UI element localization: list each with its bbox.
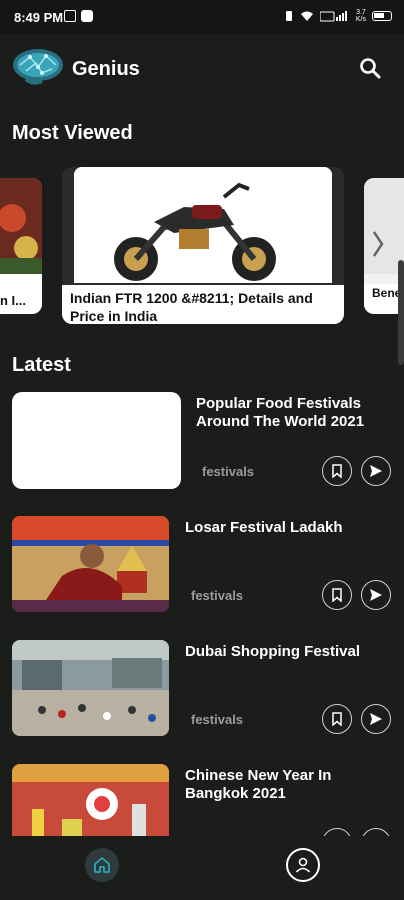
signal-icon xyxy=(319,11,347,22)
card-image xyxy=(0,178,42,274)
bottom-nav xyxy=(0,836,404,900)
article-tag: festivals xyxy=(191,712,244,727)
scroll-handle[interactable] xyxy=(398,260,404,365)
article-image xyxy=(12,392,181,489)
battery-icon xyxy=(372,11,392,21)
search-icon[interactable] xyxy=(358,56,382,80)
app-title: Genius xyxy=(72,58,140,80)
app-header: Genius xyxy=(0,34,404,100)
bookmark-button[interactable] xyxy=(322,456,352,486)
share-button[interactable] xyxy=(361,704,391,734)
article-title: Losar Festival Ladakh xyxy=(185,519,343,536)
latest-heading: Latest xyxy=(12,354,71,376)
nav-profile-button[interactable] xyxy=(286,848,320,882)
chevron-right-icon xyxy=(364,178,404,274)
network-speed: 3.7 K/s xyxy=(355,9,366,23)
bookmark-icon xyxy=(332,588,342,602)
bookmark-icon xyxy=(332,712,342,726)
article-tag: festivals xyxy=(202,464,255,479)
send-icon xyxy=(370,589,382,601)
nav-home-button[interactable] xyxy=(85,848,119,882)
status-bar: 8:49 PM 3.7 K/s xyxy=(0,0,404,34)
card-title: n I... xyxy=(0,292,42,314)
bookmark-icon xyxy=(332,464,342,478)
card-title: Indian FTR 1200 &#8211; Details and Pric… xyxy=(62,285,344,324)
send-icon xyxy=(370,713,382,725)
brain-logo-icon xyxy=(13,49,63,85)
list-item[interactable]: Popular Food Festivals Around The World … xyxy=(0,392,404,500)
wifi-icon xyxy=(300,11,313,21)
article-image xyxy=(12,764,169,836)
share-button[interactable] xyxy=(361,456,391,486)
list-item[interactable]: Chinese New Year In Bangkok 2021 xyxy=(0,764,404,836)
article-title: Dubai Shopping Festival xyxy=(185,643,361,660)
article-tag: festivals xyxy=(191,588,244,603)
notification-icon xyxy=(64,10,76,22)
list-item[interactable]: Dubai Shopping Festival festivals xyxy=(0,640,404,748)
most-viewed-card[interactable]: n I... xyxy=(0,178,42,314)
most-viewed-heading: Most Viewed xyxy=(12,122,133,144)
vibrate-icon xyxy=(285,11,292,21)
most-viewed-card-main[interactable]: Indian FTR 1200 &#8211; Details and Pric… xyxy=(62,167,344,324)
profile-icon xyxy=(295,857,311,873)
bookmark-button[interactable] xyxy=(322,580,352,610)
send-icon xyxy=(370,465,382,477)
share-button[interactable] xyxy=(361,828,391,836)
article-title: Chinese New Year In Bangkok 2021 xyxy=(185,767,332,802)
list-item[interactable]: Losar Festival Ladakh festivals xyxy=(0,516,404,624)
app-notification-icon xyxy=(81,10,93,22)
bookmark-button[interactable] xyxy=(322,828,352,836)
status-time: 8:49 PM xyxy=(14,10,64,25)
article-image xyxy=(12,516,169,612)
share-button[interactable] xyxy=(361,580,391,610)
article-image xyxy=(12,640,169,736)
bookmark-button[interactable] xyxy=(322,704,352,734)
article-title: Popular Food Festivals Around The World … xyxy=(196,395,365,430)
home-icon xyxy=(94,857,110,873)
card-image xyxy=(74,167,332,283)
